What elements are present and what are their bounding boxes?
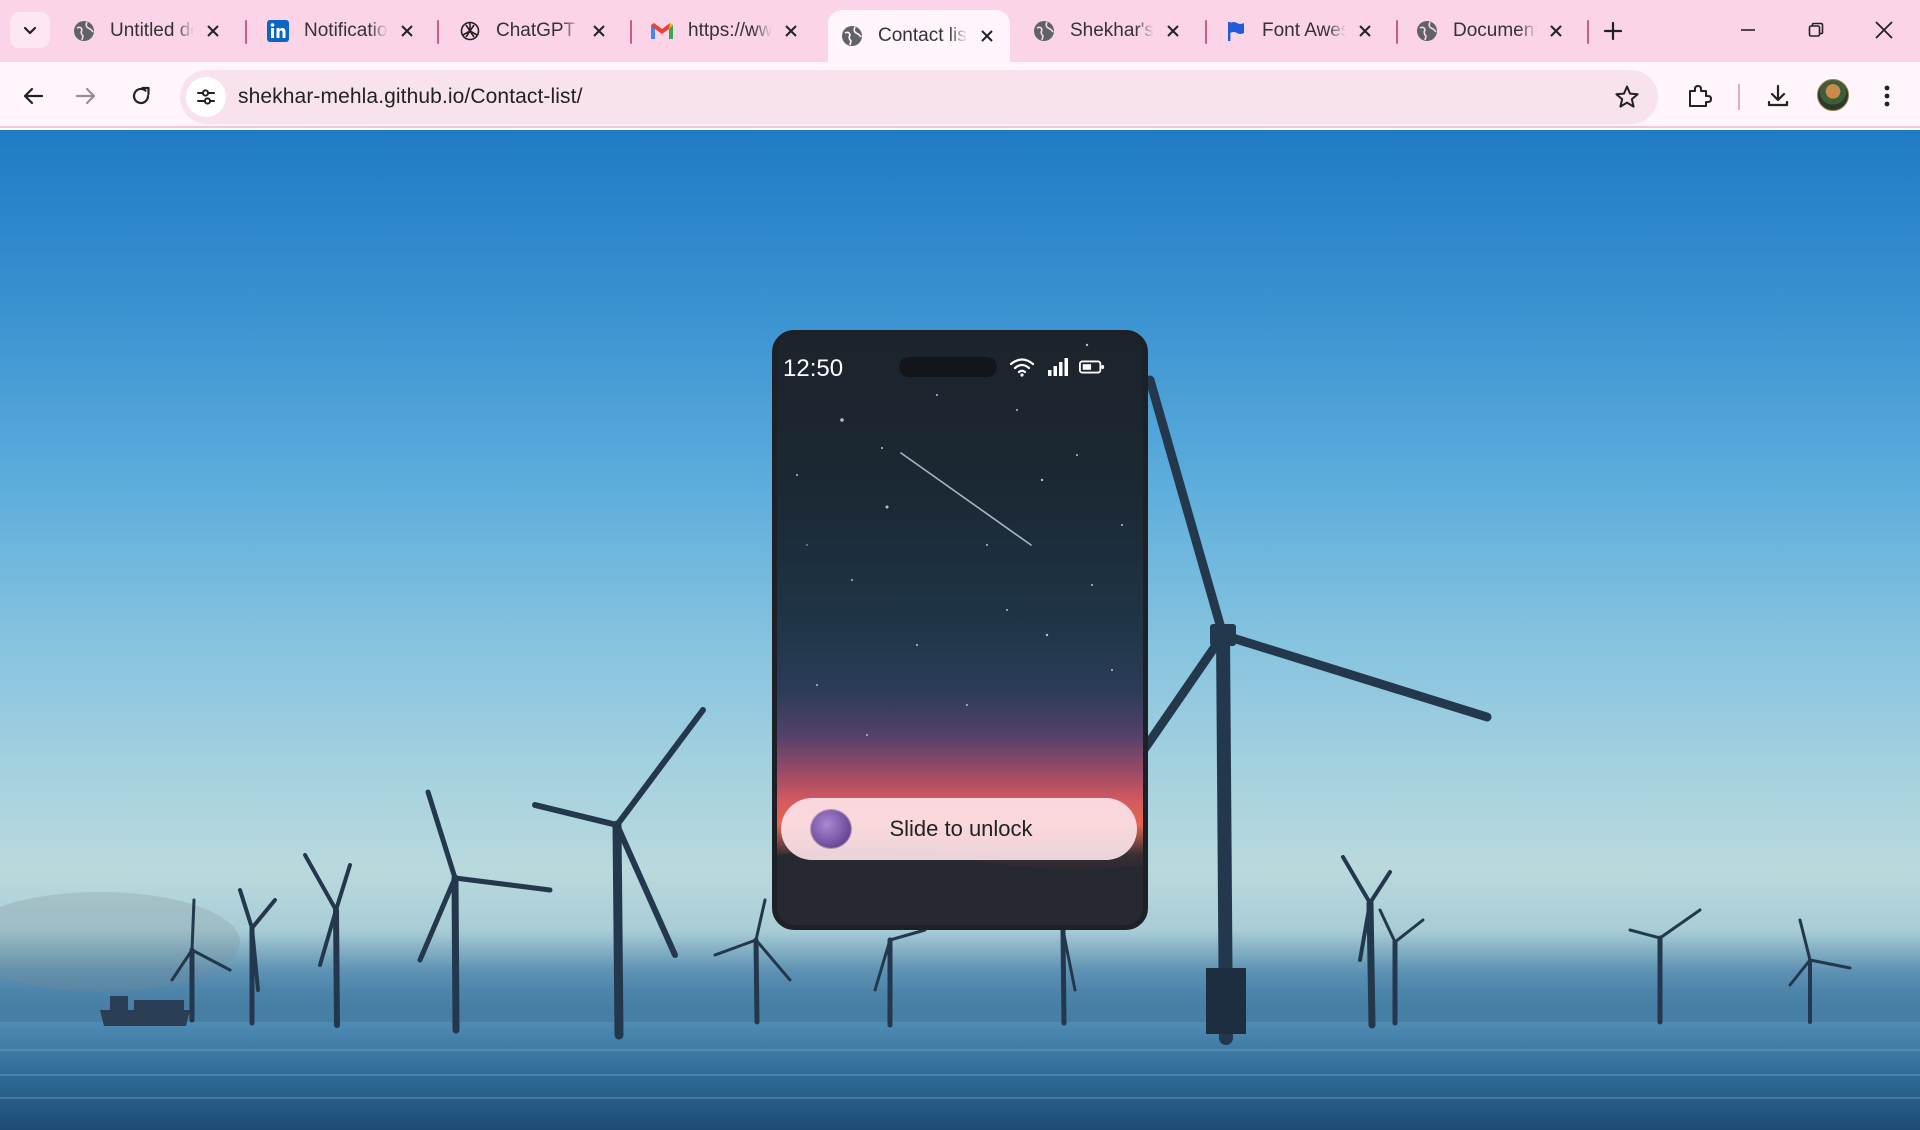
minimize-icon <box>1741 29 1755 31</box>
close-icon[interactable] <box>780 20 802 42</box>
tab-title: Document <box>1453 20 1537 41</box>
tab-chatgpt[interactable]: ChatGPT <box>446 10 622 52</box>
url-text[interactable]: shekhar-mehla.github.io/Contact-list/ <box>238 85 583 109</box>
close-icon <box>1875 21 1893 39</box>
chevron-down-icon <box>23 26 37 35</box>
close-icon[interactable] <box>202 20 224 42</box>
tab-strip: Untitled do Notificatio ChatGPT https://… <box>0 0 1920 62</box>
reload-button[interactable] <box>121 76 161 116</box>
globe-icon <box>840 24 864 48</box>
slider-knob[interactable] <box>811 810 851 848</box>
phone-lock-screen: 12:50 Slide to unlock <box>772 330 1148 930</box>
close-icon[interactable] <box>588 20 610 42</box>
chatgpt-icon <box>458 19 482 43</box>
restore-icon <box>1808 22 1824 37</box>
linkedin-icon <box>266 19 290 43</box>
tab-divider <box>245 20 247 44</box>
arrow-left-icon <box>23 87 44 105</box>
toolbar-divider <box>1738 84 1740 110</box>
close-icon[interactable] <box>1162 20 1184 42</box>
star-icon <box>1615 85 1639 108</box>
back-button[interactable] <box>13 76 53 116</box>
tab-contact-list[interactable]: Contact list <box>828 10 1010 62</box>
tab-document[interactable]: Document <box>1403 10 1579 52</box>
flag-icon <box>1224 19 1248 43</box>
battery-icon <box>1079 357 1105 377</box>
downloads-button[interactable] <box>1758 76 1798 116</box>
tab-divider <box>437 20 439 44</box>
gmail-icon <box>650 19 674 43</box>
tune-icon <box>197 89 215 105</box>
browser-toolbar: shekhar-mehla.github.io/Contact-list/ <box>0 62 1920 128</box>
tab-title: Font Awes <box>1262 20 1346 41</box>
globe-icon <box>72 19 96 43</box>
reload-icon <box>132 86 150 105</box>
menu-button[interactable] <box>1867 76 1907 116</box>
wifi-icon <box>1009 357 1035 377</box>
globe-icon <box>1415 19 1439 43</box>
tab-title: https://ww <box>688 20 772 41</box>
globe-icon <box>1032 19 1056 43</box>
close-window-button[interactable] <box>1862 10 1906 50</box>
arrow-right-icon <box>75 87 96 105</box>
tab-linkedin-notifications[interactable]: Notificatio <box>254 10 430 52</box>
close-icon[interactable] <box>396 20 418 42</box>
status-time: 12:50 <box>783 355 844 382</box>
new-tab-button[interactable] <box>1596 14 1630 48</box>
tab-divider <box>1205 20 1207 44</box>
tab-shekhars[interactable]: Shekhar's <box>1020 10 1196 52</box>
tab-font-awesome[interactable]: Font Awes <box>1212 10 1388 52</box>
plus-icon <box>1603 21 1623 41</box>
tab-untitled-doc[interactable]: Untitled do <box>60 10 236 52</box>
forward-button[interactable] <box>66 76 106 116</box>
puzzle-icon <box>1689 85 1712 107</box>
tab-title: Contact list <box>878 25 968 46</box>
extensions-button[interactable] <box>1679 76 1719 116</box>
tab-title: Notificatio <box>304 20 388 41</box>
signal-icon <box>1045 357 1071 377</box>
tab-divider <box>630 20 632 44</box>
tab-title: Shekhar's <box>1070 20 1154 41</box>
tab-search-button[interactable] <box>10 12 50 48</box>
tab-title: Untitled do <box>110 20 194 41</box>
address-bar[interactable]: shekhar-mehla.github.io/Contact-list/ <box>180 70 1658 124</box>
minimize-button[interactable] <box>1726 10 1770 50</box>
close-icon[interactable] <box>1545 20 1567 42</box>
download-icon <box>1767 84 1789 107</box>
profile-avatar[interactable] <box>1817 79 1849 111</box>
bookmark-button[interactable] <box>1612 82 1642 112</box>
restore-button[interactable] <box>1794 10 1838 50</box>
slide-to-unlock-slider[interactable]: Slide to unlock <box>781 798 1137 860</box>
tab-divider <box>1396 20 1398 44</box>
close-icon[interactable] <box>1354 20 1376 42</box>
dynamic-island <box>899 357 997 377</box>
tab-title: ChatGPT <box>496 20 576 41</box>
site-info-button[interactable] <box>186 77 226 117</box>
kebab-menu-icon <box>1884 85 1890 107</box>
tab-divider <box>1587 20 1589 44</box>
tab-gmail[interactable]: https://ww <box>638 10 814 52</box>
page-viewport: 12:50 Slide to unlock <box>0 130 1920 1130</box>
close-icon[interactable] <box>976 25 998 47</box>
